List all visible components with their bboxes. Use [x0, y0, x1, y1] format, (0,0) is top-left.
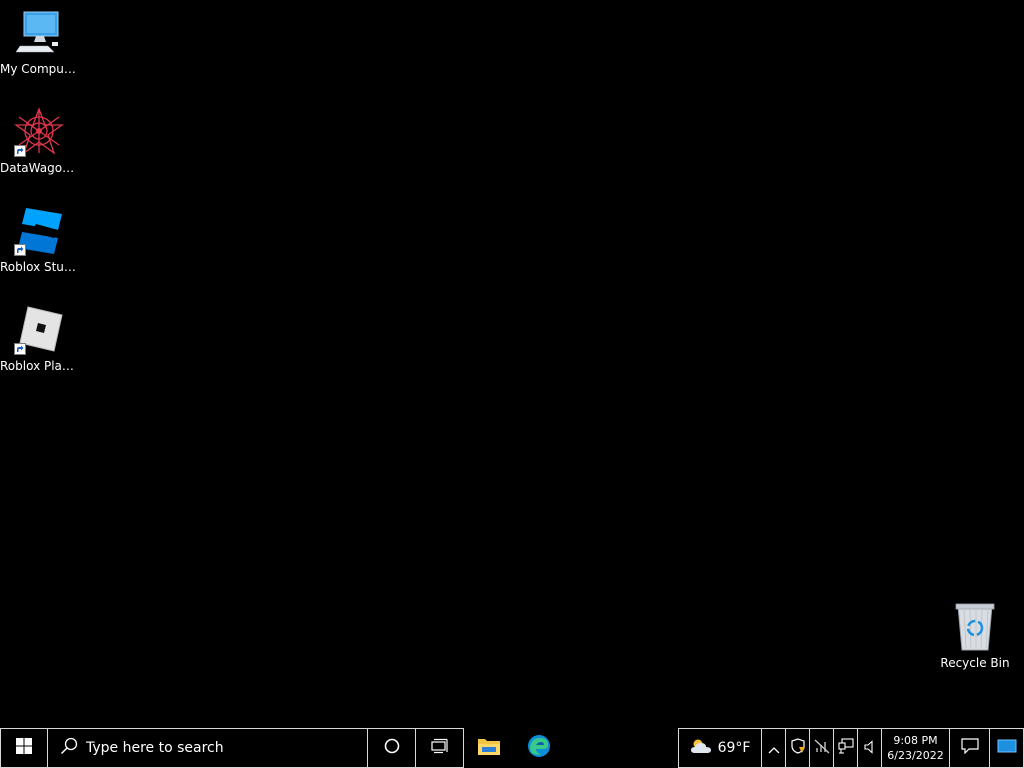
clock[interactable]: 9:08 PM 6/23/2022 — [882, 728, 950, 768]
desktop-icon-roblox-player[interactable]: Roblox Player — [0, 305, 78, 374]
network-off-tray-button[interactable] — [810, 728, 834, 768]
volume-tray-button[interactable] — [858, 728, 882, 768]
file-explorer-button[interactable] — [464, 728, 514, 768]
recycle-bin-icon — [950, 602, 1000, 652]
action-center-button[interactable] — [950, 728, 990, 768]
task-view-button[interactable] — [416, 728, 464, 768]
security-icon — [790, 738, 806, 758]
task-view-icon — [430, 738, 449, 758]
show-hidden-icons-button[interactable] — [762, 728, 786, 768]
search-icon — [60, 737, 78, 759]
search-input[interactable]: Type here to search — [48, 728, 368, 768]
cortana-button[interactable] — [368, 728, 416, 768]
taskbar-spacer — [564, 728, 678, 768]
shortcut-arrow-icon — [14, 145, 26, 157]
chevron-up-icon — [768, 739, 780, 758]
shortcut-arrow-icon — [14, 244, 26, 256]
search-placeholder: Type here to search — [86, 740, 224, 756]
desktop-icon-label: Recycle Bin — [940, 656, 1010, 670]
security-tray-button[interactable] — [786, 728, 810, 768]
network-icon — [837, 738, 854, 758]
taskbar: Type here to search 69°F 9:08 PM 6/23/20… — [0, 728, 1024, 768]
speaker-icon — [863, 739, 877, 758]
network-tray-button[interactable] — [834, 728, 858, 768]
desktop-icon-recycle-bin[interactable]: Recycle Bin — [936, 602, 1014, 671]
desktop-icon-my-computer[interactable]: My Computer — [0, 8, 78, 77]
edge-button[interactable] — [514, 728, 564, 768]
weather-widget[interactable]: 69°F — [678, 728, 762, 768]
shortcut-arrow-icon — [14, 343, 26, 355]
show-desktop-icon — [997, 738, 1017, 758]
desktop-icon-datawagon[interactable]: DataWagon... — [0, 107, 78, 176]
desktop-icon-label: Roblox Player — [0, 359, 78, 373]
show-desktop-button[interactable] — [990, 728, 1024, 768]
clock-date: 6/23/2022 — [887, 749, 944, 762]
clock-time: 9:08 PM — [893, 734, 938, 747]
computer-icon — [14, 8, 64, 58]
start-button[interactable] — [0, 728, 48, 768]
desktop-icon-label: DataWagon... — [0, 161, 78, 175]
desktop-icon-roblox-studio[interactable]: Roblox Studio — [0, 206, 78, 275]
windows-start-icon — [16, 738, 32, 758]
roblox-player-icon — [14, 305, 64, 355]
desktop-icon-label: My Computer — [0, 62, 78, 76]
notification-icon — [960, 738, 979, 758]
desktop: My Computer DataWagon... Roblox Studio R… — [0, 0, 1024, 728]
network-off-icon — [814, 738, 830, 758]
file-explorer-icon — [477, 736, 501, 760]
desktop-icon-label: Roblox Studio — [0, 260, 78, 274]
datawagon-icon — [13, 107, 65, 157]
weather-cloud-icon — [690, 738, 712, 758]
roblox-studio-icon — [14, 206, 64, 256]
edge-icon — [527, 734, 551, 762]
cortana-icon — [384, 738, 400, 758]
weather-temperature: 69°F — [717, 740, 751, 756]
